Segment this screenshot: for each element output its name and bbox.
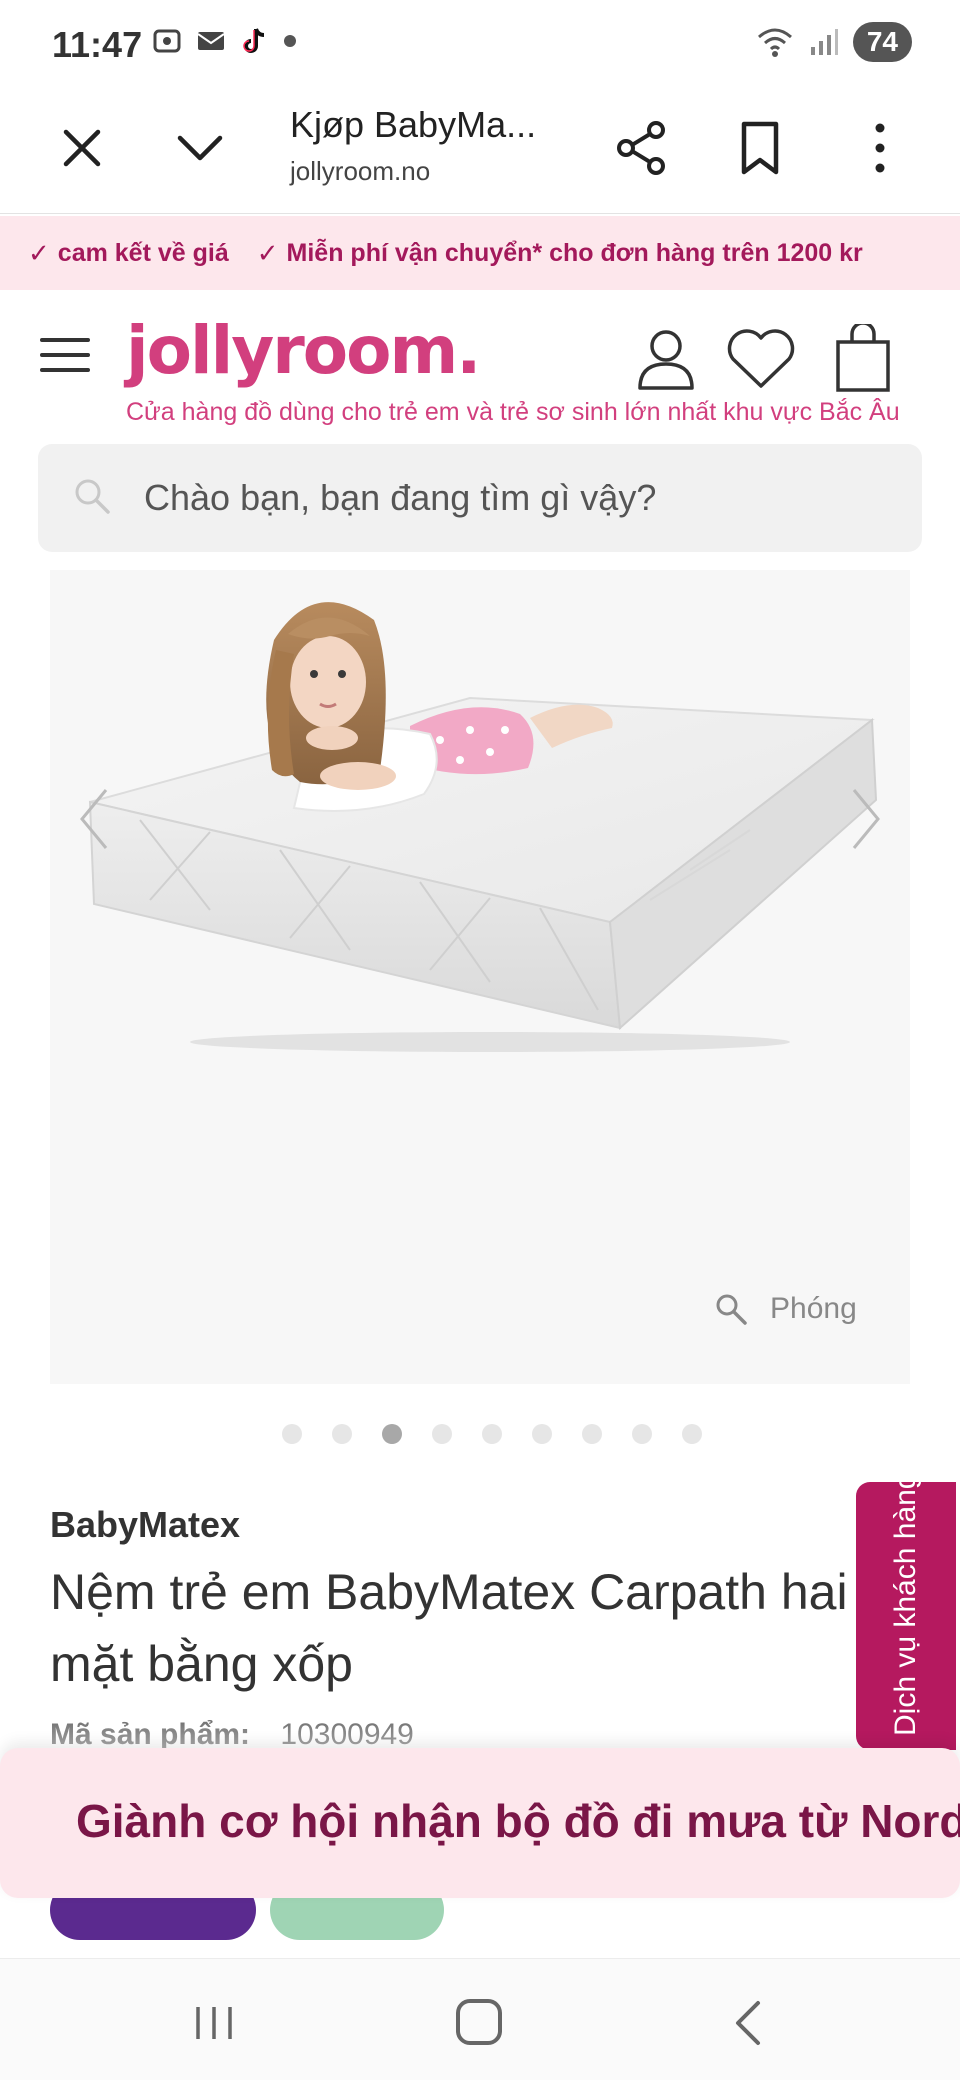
product-brand[interactable]: BabyMatex [50,1504,240,1546]
zoom-button[interactable]: Phóng [714,1292,857,1326]
gallery-dot[interactable] [682,1424,702,1444]
previous-image-icon[interactable] [74,784,114,854]
chevron-down-icon[interactable] [172,120,228,176]
user-account-icon[interactable] [636,326,696,392]
screenshot-icon [152,26,182,56]
browser-toolbar: Kjøp BabyMa... jollyroom.no [0,90,960,214]
notification-icons [152,26,296,56]
site-logo[interactable]: jollyroom. [126,312,481,389]
battery-level: 74 [852,22,912,62]
promo-price-promise[interactable]: ✓ cam kết về giá [28,238,229,269]
page-url[interactable]: jollyroom.no [290,156,430,187]
site-header: jollyroom. Cửa hàng đồ dùng cho trẻ em v… [0,290,960,440]
status-bar: 11:47 74 [0,0,960,90]
gallery-pagination [282,1424,702,1444]
close-icon[interactable] [54,120,110,176]
customer-service-label: Dịch vụ khách hàng [889,1472,922,1737]
gallery-dot-active[interactable] [382,1424,402,1444]
back-icon[interactable] [728,1999,768,2047]
more-options-icon[interactable] [862,118,898,178]
promo-label: cam kết về giá [57,238,229,267]
shopping-bag-icon[interactable] [832,324,894,394]
sku-label: Mã sản phẩm: [50,1718,251,1751]
search-bar [38,444,922,552]
customer-service-tab[interactable]: Dịch vụ khách hàng [856,1472,956,1750]
promo-label: Miễn phí vận chuyển* cho đơn hàng trên 1… [286,238,863,267]
dot-icon [284,35,296,47]
system-navigation-bar [0,1958,960,2080]
check-icon: ✓ [28,237,50,268]
mail-icon [196,26,226,56]
zoom-label: Phóng [770,1292,857,1325]
gallery-dot[interactable] [432,1424,452,1444]
recent-apps-icon[interactable] [192,2003,236,2043]
search-input[interactable] [144,444,884,552]
product-title: Nệm trẻ em BabyMatex Carpath hai mặt bằn… [50,1564,848,1692]
bookmark-icon[interactable] [734,118,786,178]
gallery-dot[interactable] [532,1424,552,1444]
promo-strip: ✓ cam kết về giá ✓ Miễn phí vận chuyển* … [0,216,960,290]
share-icon[interactable] [612,118,672,178]
campaign-banner[interactable]: Giành cơ hội nhận bộ đồ đi mưa từ Nordic [0,1748,960,1898]
gallery-dot[interactable] [632,1424,652,1444]
promo-free-shipping[interactable]: ✓ Miễn phí vận chuyển* cho đơn hàng trên… [257,238,863,269]
gallery-dot[interactable] [332,1424,352,1444]
status-time: 11:47 [52,24,143,65]
site-tagline: Cửa hàng đồ dùng cho trẻ em và trẻ sơ si… [126,398,900,426]
home-icon[interactable] [456,1999,502,2045]
gallery-dot[interactable] [582,1424,602,1444]
magnifier-icon [716,1294,747,1325]
gallery-dot[interactable] [282,1424,302,1444]
product-image-gallery[interactable]: Phóng [50,570,910,1384]
check-icon: ✓ [256,237,279,268]
next-image-icon[interactable] [846,784,886,854]
gallery-dot[interactable] [482,1424,502,1444]
wishlist-heart-icon[interactable] [724,326,798,392]
campaign-banner-text: Giành cơ hội nhận bộ đồ đi mưa từ Nordic [76,1795,960,1847]
tiktok-icon [240,26,270,56]
status-right: 74 [755,22,912,62]
product-sku: Mã sản phẩm: 10300949 [50,1718,414,1752]
tab-title[interactable]: Kjøp BabyMa... [290,104,536,146]
menu-icon[interactable] [40,338,90,378]
sku-value: 10300949 [280,1718,414,1751]
product-image[interactable] [50,570,910,1384]
wifi-icon [757,28,792,57]
search-icon [75,479,110,514]
signal-icon [810,29,838,55]
